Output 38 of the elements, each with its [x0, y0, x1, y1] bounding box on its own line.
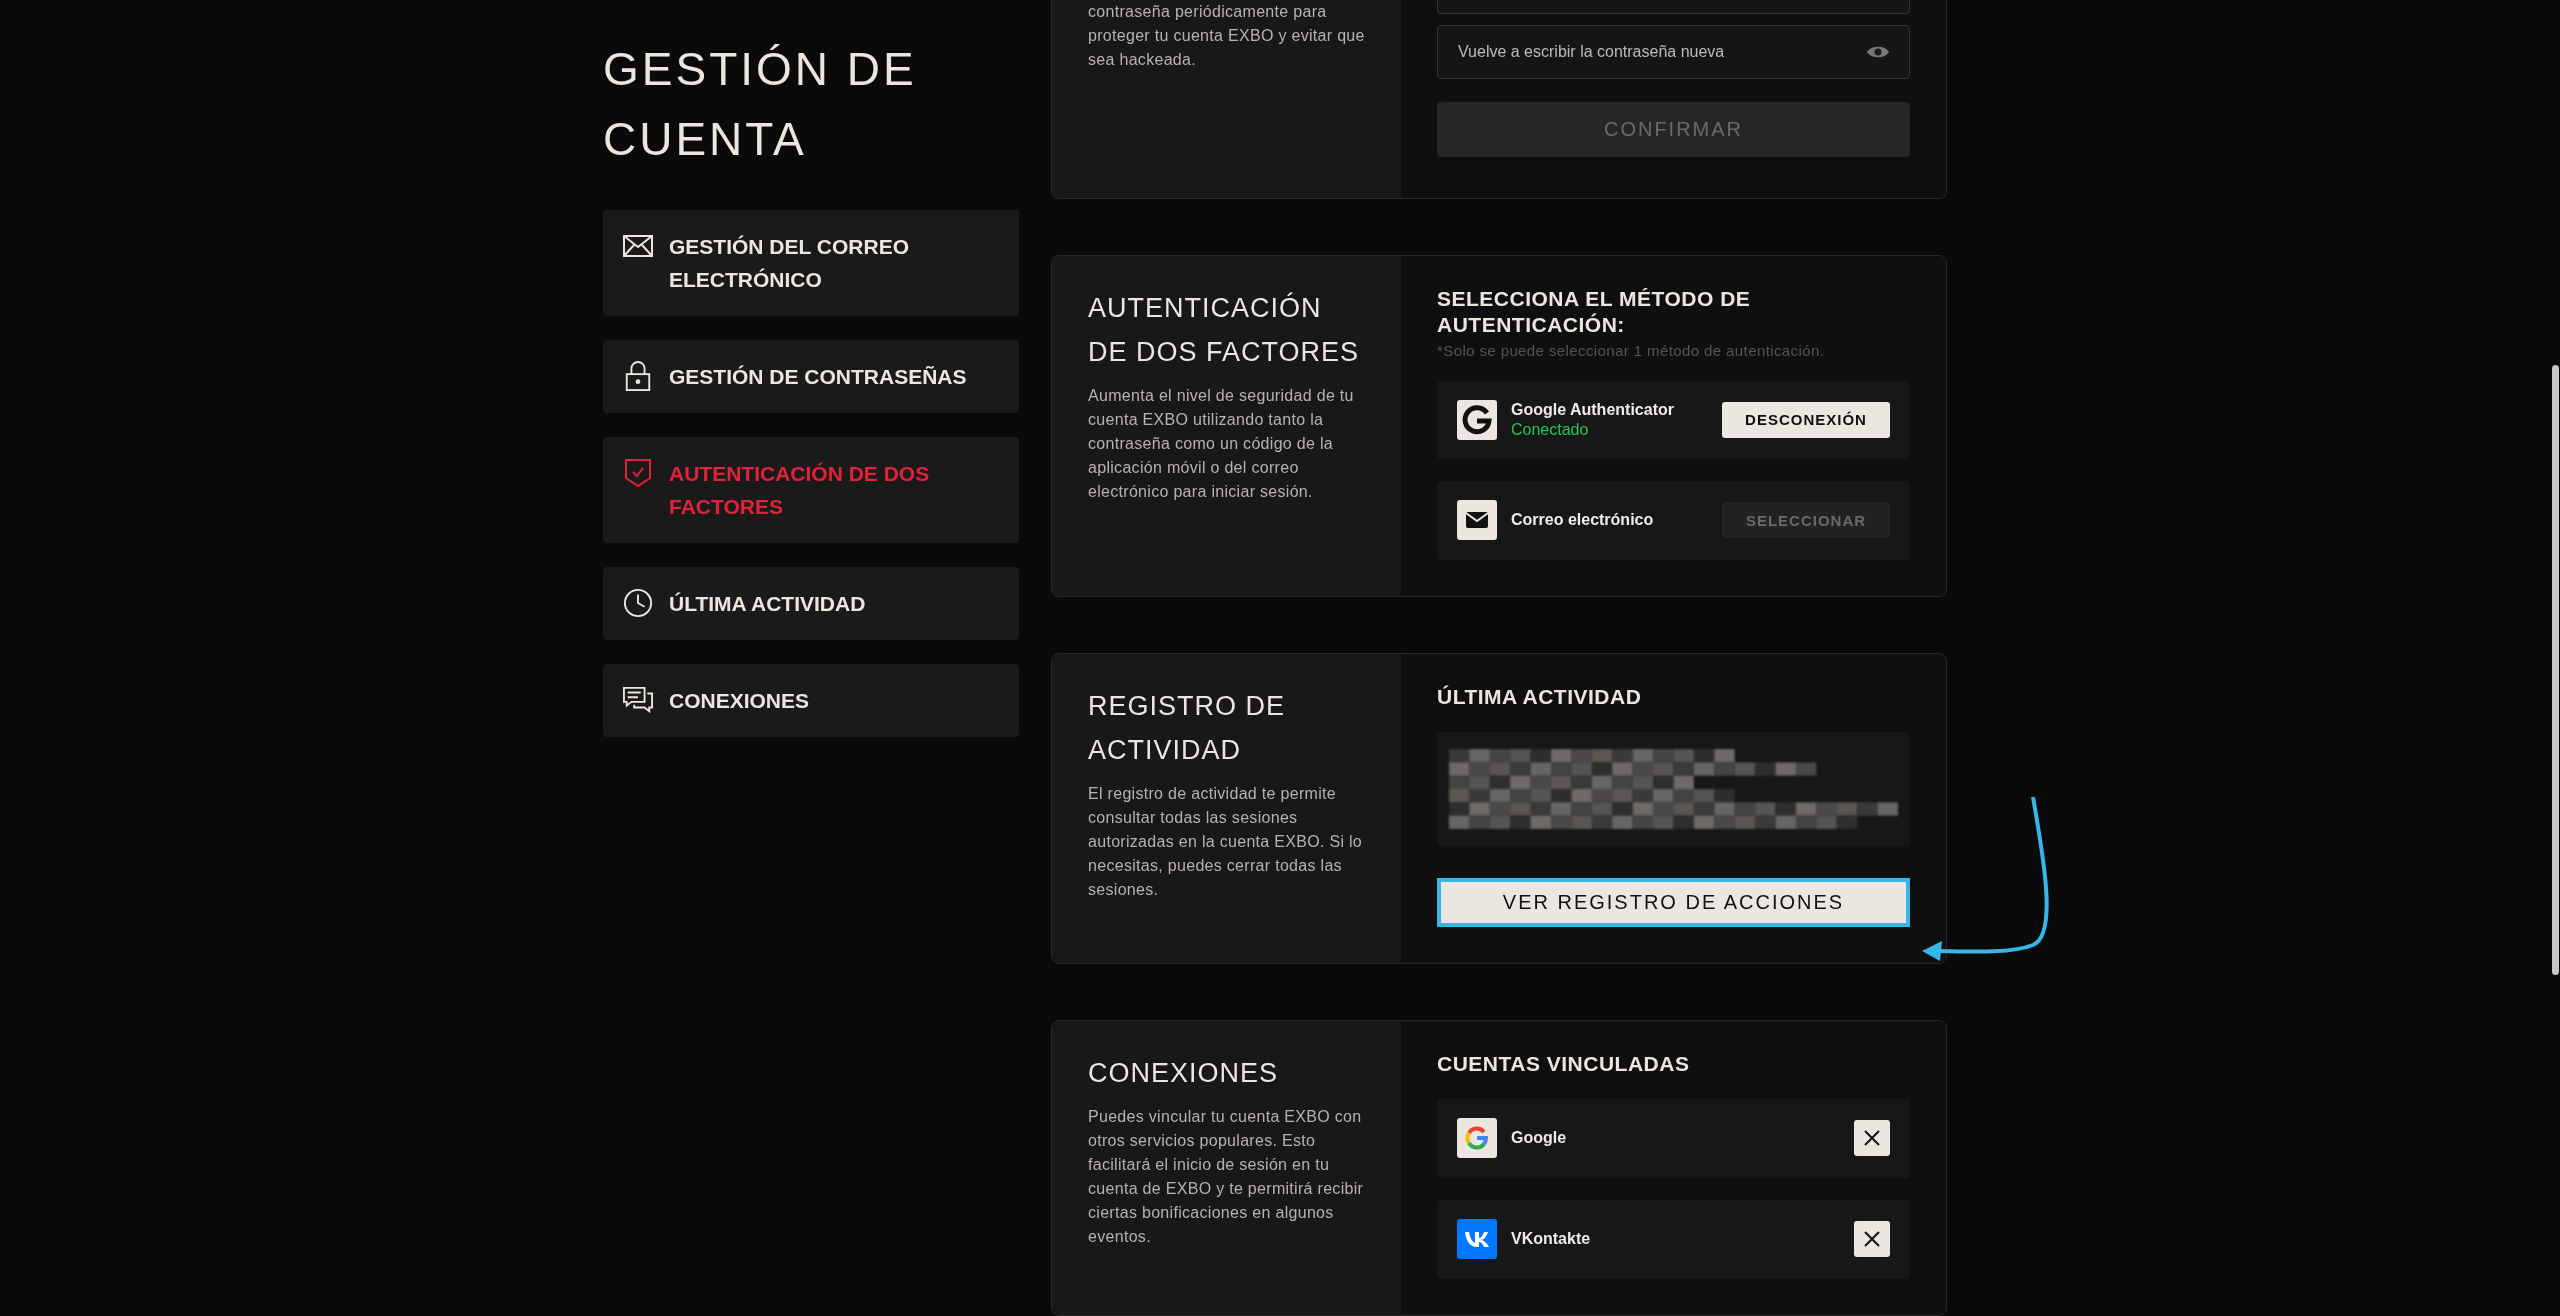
password-field[interactable]: Vuelve a escribir la contraseña nueva: [1437, 25, 1910, 79]
scrollbar[interactable]: [2552, 365, 2559, 975]
section-heading: ÚLTIMA ACTIVIDAD: [1437, 683, 1643, 710]
shield-check-icon: [623, 458, 653, 488]
input-field[interactable]: [1437, 0, 1910, 14]
disconnect-button[interactable]: DESCONEXIÓN: [1722, 401, 1890, 438]
section-title: CONEXIONES: [1088, 1056, 1280, 1090]
envelope-icon: [1457, 500, 1497, 541]
status-text: Conectado: [1511, 420, 1590, 439]
sidebar-item[interactable]: CONEXIONES: [603, 664, 1019, 737]
section-description: El registro de actividad te permite consultar todas las sesiones autorizadas en la cuenta EXBO. Si lo necesitas, puedes cerrar todas las sesiones.: [1088, 783, 1364, 900]
lock-icon: [623, 361, 653, 391]
chat-icon: [623, 685, 653, 715]
close-button[interactable]: [1854, 1221, 1890, 1258]
section-description: Aumenta el nivel de seguridad de tu cuenta EXBO utilizando tanto la contraseña como un código de la aplicación móvil o del correo electrónico para iniciar sesión.: [1088, 385, 1355, 502]
section-heading: SELECCIONA EL MÉTODO DE AUTENTICACIÓN:: [1437, 285, 1752, 338]
clock-icon: [623, 588, 653, 618]
eye-icon[interactable]: [1866, 45, 1890, 59]
section-title: REGISTRO DE ACTIVIDAD: [1088, 689, 1287, 767]
section-title: AUTENTICACIÓN DE DOS FACTORES: [1088, 291, 1361, 369]
vk-logo-icon: [1457, 1219, 1497, 1260]
sidebar-item[interactable]: GESTIÓN DE CONTRASEÑAS: [603, 340, 1019, 413]
sidebar-item[interactable]: ÚLTIMA ACTIVIDAD: [603, 567, 1019, 640]
close-button[interactable]: [1854, 1120, 1890, 1157]
note-text: *Solo se puede seleccionar 1 método de autenticación.: [1437, 341, 1826, 359]
g-logo-icon: [1457, 399, 1497, 440]
account-name: VKontakte: [1511, 1230, 1592, 1249]
g-logo-icon: [1457, 1118, 1497, 1159]
page-title: GESTIÓN DE CUENTA: [603, 42, 918, 167]
sidebar-item[interactable]: GESTIÓN DEL CORREO ELECTRÓNICO: [603, 210, 1019, 316]
sidebar-item[interactable]: AUTENTICACIÓN DE DOS FACTORES: [603, 437, 1019, 543]
account-name: Google: [1511, 1129, 1568, 1148]
method-name: Google Authenticator: [1511, 400, 1675, 419]
section-description: contraseña periódicamente para proteger tu cuenta EXBO y evitar que sea hackeada.: [1088, 2, 1365, 70]
action-log-button[interactable]: VER REGISTRO DE ACCIONES: [1437, 877, 1910, 927]
section-heading: CUENTAS VINCULADAS: [1437, 1050, 1691, 1077]
section-description: Puedes vincular tu cuenta EXBO con otros servicios populares. Esto facilitará el inicio de sesión en tu cuenta de EXBO y te permitirá recibir ciertas bonificaciones en algunos eventos.: [1088, 1106, 1365, 1247]
method-name: Correo electrónico: [1511, 511, 1655, 530]
